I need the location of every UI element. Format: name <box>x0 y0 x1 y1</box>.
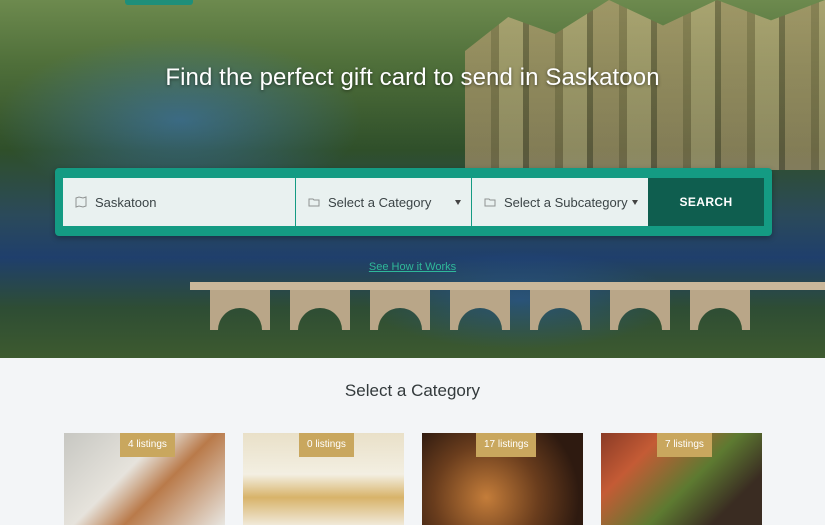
listings-badge: 17 listings <box>476 433 537 457</box>
subcategory-select[interactable]: Select a Subcategory <box>472 178 648 226</box>
top-nav-tab[interactable] <box>125 0 193 5</box>
subcategory-selected-value: Select a Subcategory <box>504 194 628 210</box>
page-title: Find the perfect gift card to send in Sa… <box>165 64 660 91</box>
search-button[interactable]: SEARCH <box>648 178 764 226</box>
location-value: Saskatoon <box>95 194 157 210</box>
chevron-down-icon <box>632 199 638 205</box>
folder-icon <box>308 198 320 207</box>
listings-badge: 7 listings <box>657 433 712 457</box>
listings-badge: 4 listings <box>120 433 175 457</box>
category-card[interactable]: 0 listings <box>243 433 404 525</box>
section-title: Select a Category <box>344 381 481 400</box>
location-field[interactable]: Saskatoon <box>63 178 295 226</box>
search-bar: Saskatoon Select a Category Select a Sub… <box>55 168 772 236</box>
category-card[interactable]: 17 listings <box>422 433 583 525</box>
category-selected-value: Select a Category <box>328 194 432 210</box>
how-it-works-link[interactable]: See How it Works <box>0 261 825 273</box>
chevron-down-icon <box>455 199 461 205</box>
category-select[interactable]: Select a Category <box>296 178 471 226</box>
folder-icon <box>484 198 496 207</box>
category-card[interactable]: 7 listings <box>601 433 762 525</box>
category-card[interactable]: 4 listings <box>64 433 225 525</box>
bridge-image <box>190 282 825 330</box>
listings-badge: 0 listings <box>299 433 354 457</box>
map-icon <box>75 196 87 208</box>
